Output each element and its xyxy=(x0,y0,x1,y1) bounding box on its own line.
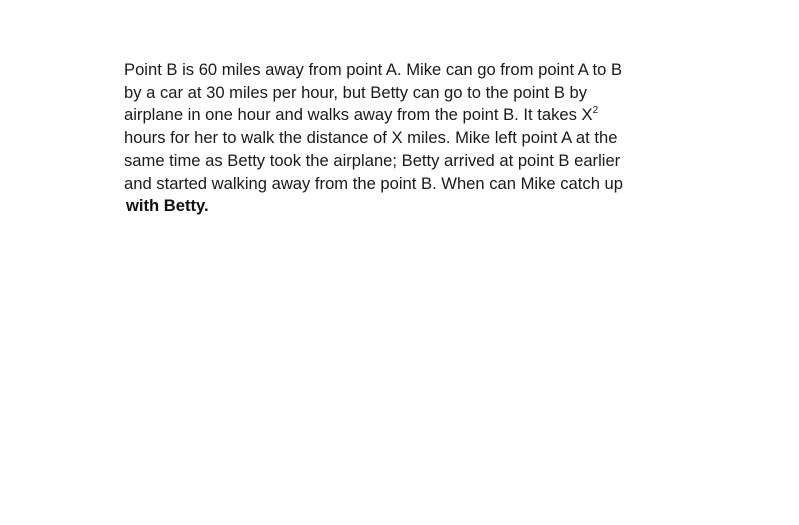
problem-line: with Betty. xyxy=(126,196,209,216)
problem-text: Point B is 60 miles away from point A. M… xyxy=(124,59,669,218)
page: Point B is 60 miles away from point A. M… xyxy=(0,0,799,525)
problem-line: airplane in one hour and walks away from… xyxy=(124,104,669,127)
problem-line: and started walking away from the point … xyxy=(124,173,623,193)
problem-line: same time as Betty took the airplane; Be… xyxy=(124,150,621,170)
problem-line: Point B is 60 miles away from point A. M… xyxy=(124,60,623,79)
problem-line: hours for her to walk the distance of X … xyxy=(124,128,618,148)
problem-line: by a car at 30 miles per hour, but Betty… xyxy=(124,82,588,102)
problem-line-text: airplane in one hour and walks away from… xyxy=(124,105,593,125)
exponent-superscript: 2 xyxy=(592,104,599,116)
